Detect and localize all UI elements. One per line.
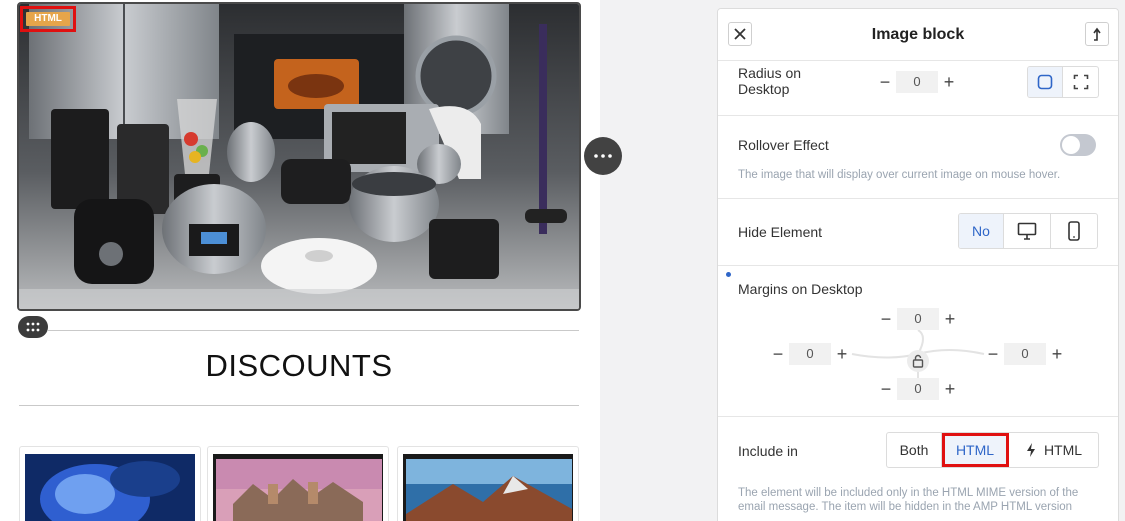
hide-element-row: Hide Element No bbox=[718, 199, 1118, 266]
desktop-icon bbox=[1017, 222, 1037, 240]
include-in-label: Include in bbox=[738, 443, 798, 459]
include-amp-option[interactable]: HTML bbox=[1009, 433, 1098, 467]
divider-bottom bbox=[19, 405, 579, 406]
margin-bottom-stepper: − 0 + bbox=[875, 378, 961, 400]
product-image bbox=[403, 454, 573, 521]
more-options-button[interactable] bbox=[584, 137, 622, 175]
margin-top-stepper: − 0 + bbox=[875, 308, 961, 330]
hide-mobile-option[interactable] bbox=[1051, 214, 1097, 248]
decrement-button[interactable]: − bbox=[982, 343, 1004, 365]
decrement-button[interactable]: − bbox=[767, 343, 789, 365]
include-both-option[interactable]: Both bbox=[887, 433, 942, 467]
square-icon bbox=[1037, 74, 1053, 90]
parent-block-button[interactable] bbox=[1085, 22, 1109, 46]
email-canvas: HTML DISCOUNTS bbox=[0, 0, 600, 521]
radius-uniform-option[interactable] bbox=[1028, 67, 1063, 97]
margin-right-value[interactable]: 0 bbox=[1004, 343, 1046, 365]
corners-icon bbox=[1073, 74, 1088, 90]
discounts-heading[interactable]: DISCOUNTS bbox=[19, 348, 579, 384]
radius-individual-option[interactable] bbox=[1063, 67, 1098, 97]
rollover-toggle[interactable] bbox=[1060, 134, 1096, 156]
arrow-up-icon bbox=[1093, 27, 1101, 41]
radius-stepper: − 0 + bbox=[874, 71, 960, 93]
rollover-row: Rollover Effect The image that will disp… bbox=[718, 116, 1118, 199]
settings-panel: Image block Radius on Desktop − 0 + Roll… bbox=[717, 8, 1119, 521]
mobile-icon bbox=[1068, 221, 1080, 241]
margin-left-value[interactable]: 0 bbox=[789, 343, 831, 365]
margin-bottom-value[interactable]: 0 bbox=[897, 378, 939, 400]
include-in-hint: The element will be included only in the… bbox=[738, 487, 1079, 513]
increment-button[interactable]: + bbox=[939, 308, 961, 330]
product-card[interactable] bbox=[397, 446, 579, 521]
decrement-button[interactable]: − bbox=[874, 71, 896, 93]
decrement-button[interactable]: − bbox=[875, 308, 897, 330]
product-card[interactable] bbox=[207, 446, 389, 521]
include-amp-label: HTML bbox=[1043, 442, 1083, 458]
include-html-option[interactable]: HTML bbox=[942, 433, 1009, 467]
hide-desktop-option[interactable] bbox=[1004, 214, 1051, 248]
margins-row: Margins on Desktop − 0 + − 0 + − 0 + − 0… bbox=[718, 266, 1118, 417]
decrement-button[interactable]: − bbox=[875, 378, 897, 400]
product-image bbox=[25, 454, 195, 521]
margin-left-stepper: − 0 + bbox=[767, 343, 853, 365]
panel-header: Image block bbox=[718, 9, 1118, 61]
radius-mode-toggle bbox=[1027, 66, 1099, 98]
panel-title: Image block bbox=[871, 26, 965, 43]
hide-element-label: Hide Element bbox=[738, 224, 823, 240]
lock-icon bbox=[912, 354, 924, 368]
radius-value[interactable]: 0 bbox=[896, 71, 938, 93]
drag-handle-icon[interactable] bbox=[18, 316, 48, 338]
hide-no-option[interactable]: No bbox=[959, 214, 1004, 248]
rollover-hint: The image that will display over current… bbox=[738, 169, 1061, 181]
increment-button[interactable]: + bbox=[939, 378, 961, 400]
lightning-icon bbox=[1026, 443, 1035, 457]
product-image bbox=[213, 454, 383, 521]
divider-top bbox=[48, 330, 579, 331]
include-in-options: Both HTML HTML bbox=[886, 432, 1099, 468]
html-version-tag: HTML bbox=[20, 6, 76, 32]
rollover-label: Rollover Effect bbox=[738, 137, 829, 153]
increment-button[interactable]: + bbox=[831, 343, 853, 365]
product-card[interactable] bbox=[19, 446, 201, 521]
margin-right-stepper: − 0 + bbox=[982, 343, 1068, 365]
include-in-row: Include in Both HTML HTML The element wi… bbox=[718, 417, 1118, 521]
increment-button[interactable]: + bbox=[1046, 343, 1068, 365]
increment-button[interactable]: + bbox=[938, 71, 960, 93]
link-margins-button[interactable] bbox=[907, 350, 929, 372]
html-tag-label: HTML bbox=[26, 12, 70, 26]
radius-label: Radius on Desktop bbox=[738, 65, 802, 97]
margin-top-value[interactable]: 0 bbox=[897, 308, 939, 330]
hide-element-options: No bbox=[958, 213, 1098, 249]
appliances-image[interactable] bbox=[17, 2, 581, 311]
radius-row: Radius on Desktop − 0 + bbox=[718, 61, 1118, 116]
